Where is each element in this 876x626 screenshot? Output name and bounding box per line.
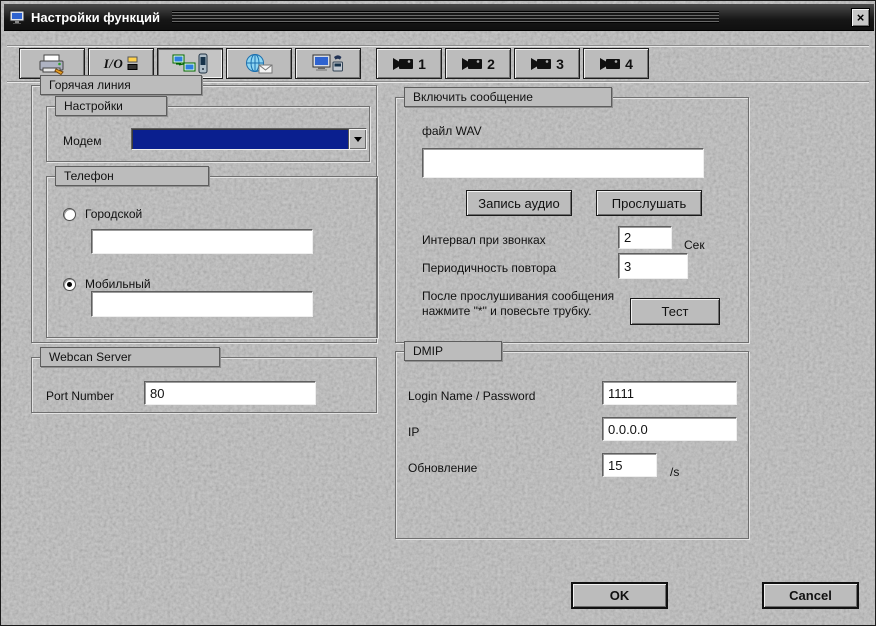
wav-file-input[interactable] [422,148,704,178]
camera-icon [600,57,621,70]
ip-input[interactable] [602,417,737,441]
modem-select[interactable] [131,128,367,150]
group-modem-settings: Настройки Модем [46,96,370,162]
city-radio[interactable] [63,207,76,221]
update-rate-label: Обновление [408,461,478,475]
ok-button[interactable]: OK [571,582,668,609]
network-phone-icon [172,53,208,73]
update-rate-input[interactable] [602,453,657,477]
app-icon [9,9,25,25]
group-dmip: DMIP Login Name / Password IP Обновление… [395,341,749,539]
group-hotline-title: Горячая линия [40,75,202,95]
port-number-input[interactable] [144,381,316,405]
chevron-down-icon [353,136,362,142]
port-number-label: Port Number [46,389,115,403]
group-dmip-title: DMIP [404,341,502,361]
camera-icon [393,57,414,70]
titlebar-stripes [171,11,719,23]
settings-dialog-window: Настройки функций × I/O 1 2 3 4 Горячая … [0,0,876,626]
seconds-unit-label: Сек [684,238,705,252]
camera-2-label: 2 [487,55,495,72]
camera-1-label: 1 [418,55,426,72]
update-rate-unit-label: /s [670,465,680,479]
group-phone-title: Телефон [55,166,209,186]
io-connector-icon [127,56,138,70]
modem-dropdown-button[interactable] [348,129,366,149]
hangup-note-line1: После прослушивания сообщения [422,289,615,303]
tab-camera-4[interactable]: 4 [583,48,649,79]
tab-camera-3[interactable]: 3 [514,48,580,79]
toolbar-groove-top [7,45,869,47]
repeat-period-input[interactable] [618,253,688,279]
io-ports-icon: I/O [103,55,124,71]
close-button[interactable]: × [851,8,870,27]
camera-icon [531,57,552,70]
remote-monitor-icon [312,54,343,71]
modem-label: Модем [63,134,102,148]
camera-icon [462,57,483,70]
mobile-radio-label: Мобильный [85,277,151,291]
title-bar[interactable]: Настройки функций × [4,4,874,31]
wav-file-label: файл WAV [422,124,482,138]
globe-mail-icon [246,53,273,73]
tab-camera-2[interactable]: 2 [445,48,511,79]
group-webcam-title: Webcan Server [40,347,220,367]
tab-camera-1[interactable]: 1 [376,48,442,79]
login-password-label: Login Name / Password [408,389,536,403]
city-radio-label: Городской [85,207,143,221]
hangup-note-line2: нажмите "*" и повесьте трубку. [422,304,592,318]
test-button[interactable]: Тест [630,298,720,325]
group-webcam-server: Webcan Server Port Number [31,347,377,413]
tab-internet[interactable] [226,48,292,79]
record-audio-button[interactable]: Запись аудио [466,190,572,216]
mobile-radio[interactable] [63,277,76,291]
group-hotline: Горячая линия Настройки Модем Телефон Го… [31,75,378,343]
listen-button[interactable]: Прослушать [596,190,702,216]
repeat-period-label: Периодичность повтора [422,261,557,275]
city-phone-input[interactable] [91,229,313,254]
printer-fax-icon [39,54,64,75]
mobile-radio-row[interactable]: Мобильный [63,277,151,291]
group-phone: Телефон Городской Мобильный [46,166,378,338]
login-password-input[interactable] [602,381,737,405]
group-settings-title: Настройки [55,96,167,116]
camera-3-label: 3 [556,55,564,72]
call-interval-label: Интервал при звонках [422,233,546,247]
ip-label: IP [408,425,420,439]
cancel-button[interactable]: Cancel [762,582,859,609]
window-title: Настройки функций [31,9,160,25]
group-message-title: Включить сообщение [404,87,612,107]
mobile-phone-input[interactable] [91,291,313,317]
camera-4-label: 4 [625,55,633,72]
tab-remote-monitor[interactable] [295,48,361,79]
call-interval-input[interactable] [618,226,672,249]
group-enable-message: Включить сообщение файл WAV Запись аудио… [395,87,749,343]
city-radio-row[interactable]: Городской [63,207,142,221]
